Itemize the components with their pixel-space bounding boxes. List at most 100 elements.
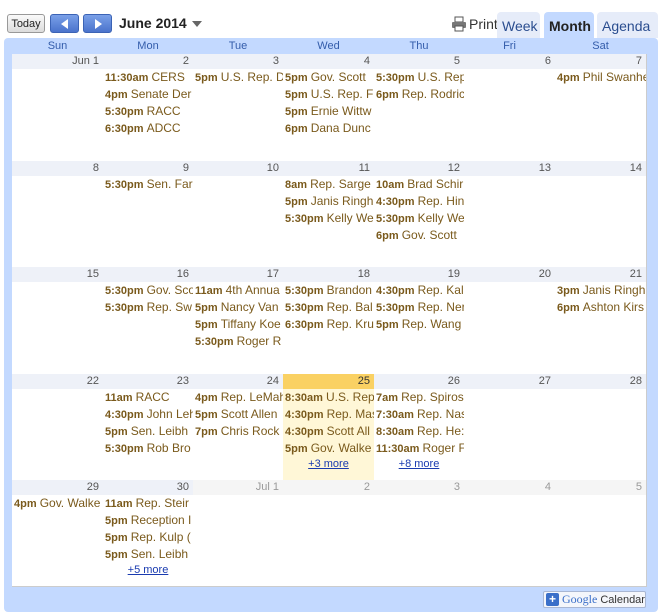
day-cell[interactable]: 21 3pm Janis Ringh 6pm Ashton Kirs (555, 267, 647, 375)
day-cell[interactable]: 28 (555, 374, 647, 481)
event-item[interactable]: 5:30pm Rep. Bal (283, 299, 374, 316)
day-cell[interactable]: 4 5pm Gov. Scott 5pm U.S. Rep. F 5pm Ernie … (283, 54, 375, 162)
event-item[interactable]: 11am Rep. Steir (103, 495, 193, 512)
event-item[interactable]: 11:30am Roger F (374, 440, 464, 457)
day-cell[interactable]: Jun 1 (12, 54, 104, 162)
day-number[interactable]: 3 (374, 480, 464, 495)
day-cell[interactable]: 24 4pm Rep. LeMah 5pm Scott Allen 7pm Chris… (193, 374, 284, 481)
event-item[interactable]: 5pm Scott Allen (193, 406, 283, 423)
day-cell[interactable]: 194:30pm Rep. Kal5:30pm Rep. Neris5pm Re… (374, 267, 465, 375)
event-item[interactable]: 5pm Ernie Wittw (283, 103, 374, 120)
day-cell[interactable]: 30 11am Rep. Steir 5pm Reception I 5pm Rep.… (103, 480, 194, 587)
event-item[interactable]: 5:30pm RACC (103, 103, 193, 120)
event-item[interactable]: 5:30pm Roger R (193, 333, 283, 350)
day-number[interactable]: 26 (374, 374, 464, 389)
event-item[interactable]: 5:30pm Brandon (283, 282, 374, 299)
day-number[interactable]: 5 (555, 480, 646, 495)
day-cell[interactable]: 29 4pm Gov. Walke (12, 480, 104, 587)
day-number[interactable]: 18 (283, 267, 374, 282)
day-number[interactable]: 2 (283, 480, 374, 495)
day-cell[interactable]: 8 (12, 161, 104, 268)
event-item[interactable]: 5:30pm Sen. Far (103, 176, 193, 193)
event-item[interactable]: 5pm U.S. Rep. D (193, 69, 283, 86)
event-item[interactable]: 6pm Gov. Scott (374, 227, 464, 244)
event-item[interactable]: 6pm Ashton Kirs (555, 299, 646, 316)
event-item[interactable]: 5pm Sen. Leibh (103, 546, 193, 563)
day-number[interactable]: 7 (555, 54, 646, 69)
day-number[interactable]: 2 (103, 54, 193, 69)
event-item[interactable]: 11am RACC (103, 389, 193, 406)
event-item[interactable]: 4pm Phil Swanhe (555, 69, 646, 86)
event-item[interactable]: 5pm Sen. Leibh (103, 423, 193, 440)
event-item[interactable]: 4:30pm Rep. Kal (374, 282, 464, 299)
event-item[interactable]: 4:30pm John Leh (103, 406, 193, 423)
event-item[interactable]: 5:30pm U.S. Rep (374, 69, 464, 86)
day-number[interactable]: 24 (193, 374, 283, 389)
event-item[interactable]: 11am 4th Annua (193, 282, 283, 299)
day-cell[interactable]: 14 (555, 161, 647, 268)
day-number[interactable]: Jul 1 (193, 480, 283, 495)
day-cell[interactable]: 26 7am Rep. Spiros 7:30am Rep. Nas 8:30am R… (374, 374, 465, 481)
event-item[interactable]: 5:30pm Rep. Sw (103, 299, 193, 316)
day-cell[interactable]: 7 4pm Phil Swanhe (555, 54, 647, 162)
day-cell[interactable]: 22 (12, 374, 104, 481)
day-number[interactable]: 19 (374, 267, 464, 282)
day-cell[interactable]: 27 (464, 374, 556, 481)
event-item[interactable]: 5pm Rep. Kulp ( (103, 529, 193, 546)
event-item[interactable]: 4:30pm Rep. Hin (374, 193, 464, 210)
more-events-link[interactable]: +5 more (103, 563, 193, 578)
event-item[interactable]: 5:30pm Rep. Neris (374, 299, 464, 316)
day-number[interactable]: 5 (374, 54, 464, 69)
google-calendar-badge[interactable]: + Google Calendar (543, 591, 646, 608)
previous-month-button[interactable] (50, 14, 79, 33)
event-item[interactable]: 5pm Nancy Van (193, 299, 283, 316)
day-cell[interactable]: 12 10am Brad Schir 4:30pm Rep. Hin 5:30pm K… (374, 161, 465, 268)
next-month-button[interactable] (83, 14, 112, 33)
event-item[interactable]: 3pm Janis Ringh (555, 282, 646, 299)
day-cell[interactable]: 5 (555, 480, 647, 587)
print-link[interactable]: Print (451, 14, 498, 34)
day-cell[interactable]: Jul 1 (193, 480, 284, 587)
day-cell[interactable]: 5 5:30pm U.S. Rep 6pm Rep. Rodric (374, 54, 465, 162)
event-item[interactable]: 6pm Dana Dunc (283, 120, 374, 137)
day-cell[interactable]: 3 5pm U.S. Rep. D (193, 54, 284, 162)
event-item[interactable]: 8:30am Rep. He: (374, 423, 464, 440)
day-number[interactable]: 4 (464, 480, 555, 495)
event-item[interactable]: 7am Rep. Spiros (374, 389, 464, 406)
day-cell[interactable]: 2 (283, 480, 375, 587)
event-item[interactable]: 8:30am U.S. Rep (283, 389, 374, 406)
day-number[interactable]: 22 (12, 374, 103, 389)
event-item[interactable]: 11:30am CERS (103, 69, 193, 86)
month-picker-toggle[interactable] (191, 18, 203, 30)
day-number[interactable]: 28 (555, 374, 646, 389)
day-number[interactable]: 8 (12, 161, 103, 176)
event-item[interactable]: 5pm Tiffany Koe (193, 316, 283, 333)
day-number[interactable]: 21 (555, 267, 646, 282)
event-item[interactable]: 5pm Gov. Scott (283, 69, 374, 86)
day-number[interactable]: 12 (374, 161, 464, 176)
day-number[interactable]: 13 (464, 161, 555, 176)
event-item[interactable]: 5pm Reception I (103, 512, 193, 529)
day-number[interactable]: 11 (283, 161, 374, 176)
tab-week[interactable]: Week (497, 12, 540, 38)
day-number[interactable]: 27 (464, 374, 555, 389)
day-cell[interactable]: 18 5:30pm Brandon 5:30pm Rep. Bal 6:30pm Re… (283, 267, 375, 375)
day-number[interactable]: 9 (103, 161, 193, 176)
day-number[interactable]: 30 (103, 480, 193, 495)
day-cell[interactable]: 16 5:30pm Gov. Sco 5:30pm Rep. Sw (103, 267, 194, 375)
event-item[interactable]: 5pm U.S. Rep. F (283, 86, 374, 103)
day-cell[interactable]: 15 (12, 267, 104, 375)
day-number[interactable]: 6 (464, 54, 555, 69)
event-item[interactable]: 4pm Gov. Walke (12, 495, 103, 512)
event-item[interactable]: 8am Rep. Sarge (283, 176, 374, 193)
day-number[interactable]: 4 (283, 54, 374, 69)
day-number[interactable]: 15 (12, 267, 103, 282)
day-number[interactable]: 14 (555, 161, 646, 176)
event-item[interactable]: 5:30pm Rob Bro (103, 440, 193, 457)
day-cell[interactable]: 3 (374, 480, 465, 587)
event-item[interactable]: 6pm Rep. Rodric (374, 86, 464, 103)
event-item[interactable]: 5:30pm Kelly We (374, 210, 464, 227)
day-number[interactable]: 16 (103, 267, 193, 282)
day-number[interactable]: 20 (464, 267, 555, 282)
day-cell[interactable]: 17 11am 4th Annua 5pm Nancy Van 5pm Tiffany… (193, 267, 284, 375)
